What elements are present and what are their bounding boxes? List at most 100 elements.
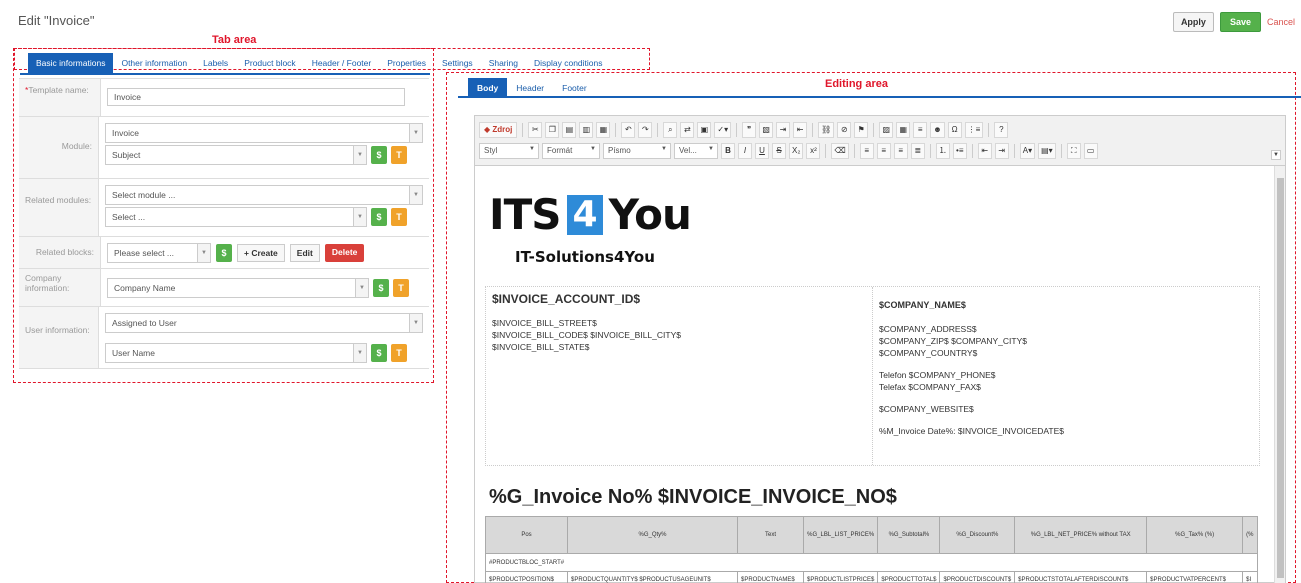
copy-icon[interactable]: ❐ — [545, 122, 560, 138]
bulleted-list-icon[interactable]: •≡ — [952, 143, 967, 159]
help-icon[interactable]: ? — [994, 122, 1009, 138]
tab-product-block[interactable]: Product block — [236, 53, 304, 73]
bold-icon[interactable]: B — [721, 143, 735, 159]
source-button[interactable]: ◆ Zdroj — [479, 122, 518, 138]
align-right-icon[interactable]: ≡ — [893, 143, 908, 159]
create-block-button[interactable]: + Create — [237, 244, 285, 262]
tab-other-information[interactable]: Other information — [113, 53, 195, 73]
subscript-icon[interactable]: X₂ — [789, 143, 804, 159]
paste-text-icon[interactable]: ▥ — [579, 122, 594, 138]
insert-variable-button[interactable]: $ — [371, 146, 387, 164]
insert-translation-button[interactable]: T — [393, 279, 409, 297]
module-field-select[interactable]: Subject ▼ — [105, 145, 367, 165]
remove-format-icon[interactable]: ⌫ — [831, 143, 849, 159]
page-break-icon[interactable]: ⋮≡ — [964, 122, 984, 138]
tab-header-footer[interactable]: Header / Footer — [304, 53, 380, 73]
redo-icon[interactable]: ↷ — [638, 122, 653, 138]
user-info-row: User information: Assigned to User ▼ User… — [19, 307, 429, 369]
text-color-icon[interactable]: A▾ — [1019, 143, 1036, 159]
show-blocks-icon[interactable]: ▭ — [1083, 143, 1098, 159]
tab-display-conditions[interactable]: Display conditions — [526, 53, 611, 73]
related-blocks-select[interactable]: Please select ... ▼ — [107, 243, 211, 263]
indent-icon[interactable]: ⇥ — [994, 143, 1009, 159]
insert-variable-button[interactable]: $ — [373, 279, 389, 297]
cancel-link[interactable]: Cancel — [1267, 17, 1295, 27]
table-header-cell: %G_Subtotal% — [877, 516, 941, 554]
maximize-icon[interactable]: ⛶ — [1066, 143, 1081, 159]
tab-basic-informations[interactable]: Basic informations — [28, 53, 114, 73]
company-field-select[interactable]: Company Name ▼ — [107, 278, 369, 298]
paste-word-icon[interactable]: ▦ — [596, 122, 611, 138]
editor-scrollbar[interactable] — [1274, 166, 1285, 583]
link-icon[interactable]: ⛓ — [818, 122, 835, 138]
justify-icon[interactable]: ≣ — [910, 143, 925, 159]
invoice-number-heading: %G_Invoice No% $INVOICE_INVOICE_NO$ — [489, 486, 897, 508]
chevron-down-icon: ▼ — [529, 146, 535, 152]
font-combo[interactable]: Písmo ▼ — [603, 143, 671, 159]
user-module-select[interactable]: Assigned to User ▼ — [105, 313, 423, 333]
italic-icon[interactable]: I — [738, 143, 752, 159]
edit-block-button[interactable]: Edit — [289, 244, 320, 262]
image-icon[interactable]: ▨ — [879, 122, 894, 138]
collapse-toolbar-icon[interactable]: ▼ — [1271, 150, 1281, 160]
ltr-icon[interactable]: ⇥ — [776, 122, 791, 138]
tab-header[interactable]: Header — [507, 78, 553, 98]
tab-labels[interactable]: Labels — [195, 53, 236, 73]
bg-color-icon[interactable]: ▤▾ — [1038, 143, 1056, 159]
replace-icon[interactable]: ⇄ — [680, 122, 695, 138]
editor-content[interactable]: ITS 4 You IT-Solutions4You $INVOICE_ACCOUN… — [475, 166, 1275, 583]
format-combo[interactable]: Formát ▼ — [542, 143, 600, 159]
tab-properties[interactable]: Properties — [379, 53, 434, 73]
tab-settings[interactable]: Settings — [434, 53, 481, 73]
insert-translation-button[interactable]: T — [391, 344, 407, 362]
insert-variable-button[interactable]: $ — [371, 208, 387, 226]
style-combo[interactable]: Styl ▼ — [479, 143, 539, 159]
undo-icon[interactable]: ↶ — [621, 122, 636, 138]
chevron-down-icon: ▼ — [353, 208, 366, 226]
related-field-select[interactable]: Select ... ▼ — [105, 207, 367, 227]
table-row: #PRODUCTBLOC_START# — [485, 553, 1258, 572]
scrollbar-thumb[interactable] — [1277, 178, 1284, 578]
underline-icon[interactable]: U — [755, 143, 769, 159]
paste-icon[interactable]: ▤ — [562, 122, 577, 138]
delete-block-button[interactable]: Delete — [324, 244, 365, 262]
chevron-down-icon: ▼ — [353, 146, 366, 164]
div-icon[interactable]: ▧ — [759, 122, 774, 138]
insert-block-button[interactable]: $ — [216, 244, 232, 262]
anchor-icon[interactable]: ⚑ — [854, 122, 869, 138]
rtl-icon[interactable]: ⇤ — [793, 122, 808, 138]
size-combo[interactable]: Vel... ▼ — [674, 143, 718, 159]
tab-footer[interactable]: Footer — [553, 78, 596, 98]
save-button[interactable]: Save — [1219, 12, 1261, 32]
select-all-icon[interactable]: ▣ — [697, 122, 712, 138]
special-char-icon[interactable]: Ω — [947, 122, 962, 138]
spellcheck-icon[interactable]: ✓▾ — [714, 122, 732, 138]
smiley-icon[interactable]: ☻ — [930, 122, 945, 138]
find-icon[interactable]: ⌕ — [663, 122, 678, 138]
user-field-select[interactable]: User Name ▼ — [105, 343, 367, 363]
tab-sharing[interactable]: Sharing — [481, 53, 526, 73]
tab-body[interactable]: Body — [468, 78, 508, 98]
table-cell: $PRODUCTQUANTITY$ $PRODUCTUSAGEUNIT$ — [567, 571, 738, 583]
insert-variable-button[interactable]: $ — [371, 344, 387, 362]
insert-translation-button[interactable]: T — [391, 146, 407, 164]
blockquote-icon[interactable]: ❞ — [742, 122, 757, 138]
outdent-icon[interactable]: ⇤ — [977, 143, 992, 159]
align-center-icon[interactable]: ≡ — [876, 143, 891, 159]
superscript-icon[interactable]: x² — [806, 143, 821, 159]
align-left-icon[interactable]: ≡ — [859, 143, 874, 159]
strikethrough-icon[interactable]: S — [772, 143, 786, 159]
template-name-input[interactable]: Invoice — [107, 88, 405, 106]
related-module-select[interactable]: Select module ... ▼ — [105, 185, 423, 205]
numbered-list-icon[interactable]: ⒈ — [935, 143, 950, 159]
horizontal-rule-icon[interactable]: ≡ — [913, 122, 928, 138]
insert-translation-button[interactable]: T — [391, 208, 407, 226]
unlink-icon[interactable]: ⊘ — [837, 122, 852, 138]
apply-button[interactable]: Apply — [1172, 12, 1214, 32]
cut-icon[interactable]: ✂ — [528, 122, 543, 138]
logo-subtitle: IT-Solutions4You — [515, 248, 655, 266]
address-table: $INVOICE_ACCOUNT_ID$ $INVOICE_BILL_STREE… — [485, 286, 1260, 466]
chevron-down-icon: ▼ — [409, 186, 422, 204]
module-select[interactable]: Invoice ▼ — [105, 123, 423, 143]
table-icon[interactable]: ▦ — [896, 122, 911, 138]
